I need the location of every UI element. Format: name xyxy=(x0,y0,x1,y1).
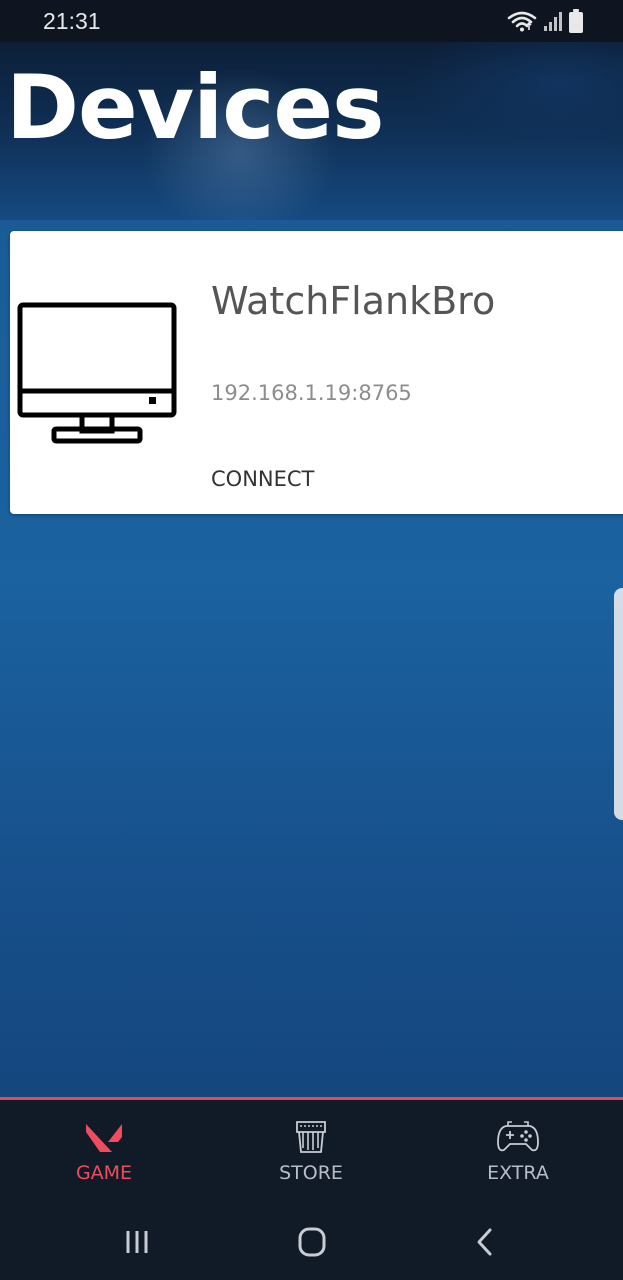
app-screen: 21:31 Devices WatchFlankBro 192.168.1.19… xyxy=(0,0,623,1280)
store-icon xyxy=(296,1121,326,1153)
monitor-icon xyxy=(17,302,177,444)
battery-icon xyxy=(569,9,583,33)
header-banner: Devices xyxy=(0,42,623,220)
home-icon[interactable] xyxy=(292,1222,332,1262)
bottom-nav: GAME STORE EXTRA xyxy=(0,1097,623,1203)
status-icons xyxy=(507,8,583,34)
device-card[interactable]: WatchFlankBro 192.168.1.19:8765 CONNECT xyxy=(10,231,623,514)
signal-icon xyxy=(544,12,562,31)
connect-button[interactable]: CONNECT xyxy=(211,467,314,491)
valorant-logo-icon xyxy=(86,1124,122,1152)
nav-label-extra: EXTRA xyxy=(487,1162,549,1184)
device-name: WatchFlankBro xyxy=(211,279,496,323)
page-title: Devices xyxy=(6,56,384,159)
scroll-handle[interactable] xyxy=(614,588,623,820)
system-nav-bar xyxy=(0,1200,623,1280)
recent-apps-icon[interactable] xyxy=(118,1222,158,1262)
nav-item-store[interactable]: STORE xyxy=(211,1100,411,1200)
status-bar: 21:31 xyxy=(0,0,623,42)
device-address: 192.168.1.19:8765 xyxy=(211,381,412,405)
nav-label-store: STORE xyxy=(279,1162,343,1184)
nav-item-game[interactable]: GAME xyxy=(4,1100,204,1200)
gamepad-icon xyxy=(497,1121,539,1152)
back-icon[interactable] xyxy=(466,1222,506,1262)
status-time: 21:31 xyxy=(43,8,101,34)
wifi-icon xyxy=(507,11,537,32)
nav-item-extra[interactable]: EXTRA xyxy=(418,1100,618,1200)
nav-label-game: GAME xyxy=(75,1162,133,1184)
